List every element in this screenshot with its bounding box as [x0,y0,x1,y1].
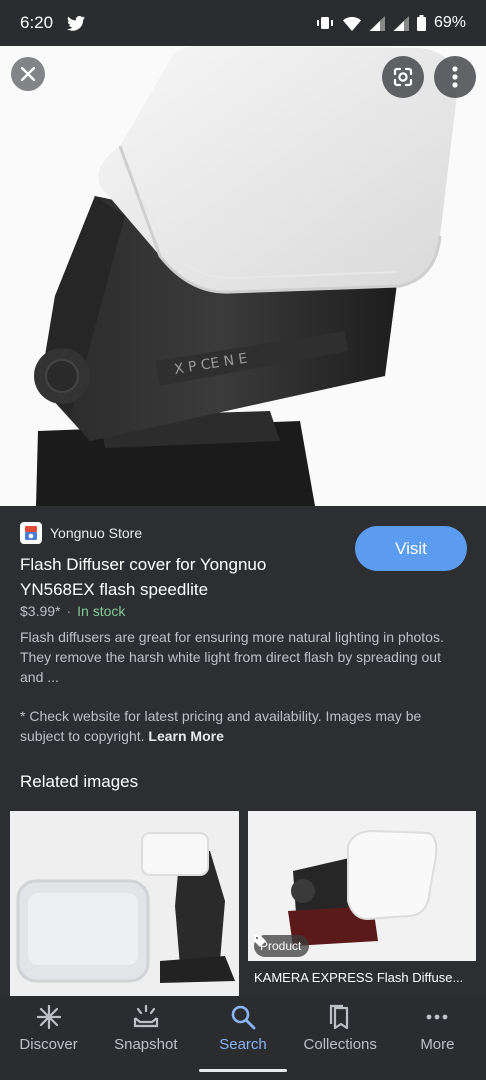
status-time: 6:20 [20,13,54,32]
nav-snapshot[interactable]: Snapshot [97,996,194,1080]
store-row[interactable]: Yongnuo Store [20,522,142,544]
stock-status: In stock [77,603,126,619]
status-bar: 6:20 69% [0,0,486,46]
nav-snapshot-label: Snapshot [114,1036,178,1053]
related-images-heading: Related images [20,772,139,791]
collections-icon [330,1004,349,1030]
more-options-button[interactable] [434,56,476,98]
separator: · [66,603,72,619]
signal-icon [368,15,385,31]
google-lens-button[interactable] [382,56,424,98]
nav-search[interactable]: Search [194,996,291,1080]
related-image-2[interactable]: Product KAMERA EXPRESS Flash Diffuse... [248,811,476,996]
snapshot-icon [133,1004,158,1028]
store-logo-icon [20,522,42,544]
product-title[interactable]: Flash Diffuser cover for Yongnuo YN568EX… [20,552,340,602]
related-image-1-picture [10,811,239,996]
related-image-1[interactable] [10,811,239,996]
flash-diffuser-image: X P CE N E [0,46,486,506]
product-image[interactable]: X P CE N E [0,46,486,506]
related-image-2-caption[interactable]: KAMERA EXPRESS Flash Diffuse... [248,961,476,996]
visit-button[interactable]: Visit [355,526,467,571]
more-vert-icon [452,66,458,88]
discover-icon [36,1004,61,1030]
battery-icon [416,15,426,31]
product-tag: Product [254,935,310,957]
twitter-icon [67,15,86,31]
nav-collections-label: Collections [303,1036,377,1053]
product-tag-label: Product [260,939,302,953]
price-row: $3.99* · In stock [20,603,125,619]
battery-percent: 69% [433,14,466,31]
price: $3.99* [20,603,61,619]
home-indicator[interactable] [199,1069,287,1072]
store-name[interactable]: Yongnuo Store [50,525,142,541]
nav-more[interactable]: More [389,996,486,1080]
close-icon [21,67,35,81]
nav-more-label: More [420,1036,455,1053]
search-icon [231,1005,256,1030]
signal-icon [392,15,409,31]
bottom-navigation: Discover Snapshot Search Collections Mor… [0,996,486,1080]
nav-discover[interactable]: Discover [0,996,97,1080]
nav-discover-label: Discover [19,1036,78,1053]
vibrate-icon [315,15,335,31]
nav-collections[interactable]: Collections [292,996,389,1080]
google-lens-icon [393,67,413,87]
learn-more-link[interactable]: Learn More [148,728,223,744]
result-details-panel: Yongnuo Store Visit Flash Diffuser cover… [0,506,486,996]
tag-icon [254,935,266,947]
more-horiz-icon [427,1014,448,1020]
wifi-icon [342,16,361,31]
product-description: Flash diffusers are great for ensuring m… [20,629,444,685]
disclaimer: * Check website for latest pricing and a… [20,706,466,746]
nav-search-label: Search [219,1036,267,1053]
close-button[interactable] [11,57,45,91]
